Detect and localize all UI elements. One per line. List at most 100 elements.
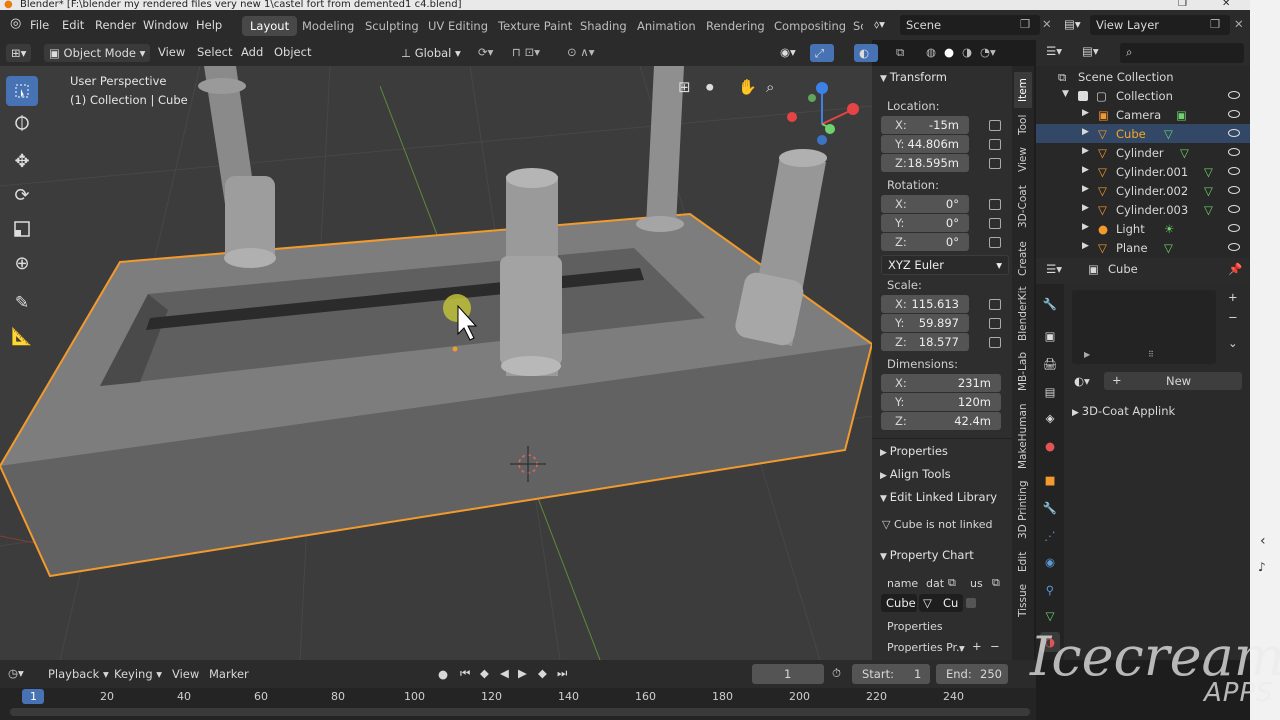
camera-view-icon[interactable]: ⏺ (706, 78, 714, 96)
tab-tool[interactable]: Tool (1014, 110, 1032, 140)
tab-compositing[interactable]: Compositing (766, 16, 854, 36)
lock-icon[interactable] (989, 120, 1001, 131)
scene-field[interactable]: Scene ❐ (900, 15, 1040, 35)
play-reverse-icon[interactable]: ◀ (500, 666, 509, 680)
outliner-row-cube[interactable]: ▶ ▽ Cube ▽ (1036, 124, 1250, 143)
lock-icon[interactable] (989, 299, 1001, 310)
xray-icon[interactable]: ⧉ (896, 45, 904, 60)
visibility-icon[interactable]: ◉▾ (780, 45, 796, 59)
jump-start-icon[interactable]: ⏮ (460, 666, 470, 681)
add-slot-icon[interactable]: + (1228, 290, 1238, 304)
close-window-icon[interactable]: ✕ (1222, 0, 1230, 9)
scale-y-field[interactable]: Y: 59.897 (881, 314, 969, 332)
menu-object[interactable]: Object (274, 45, 311, 59)
solid-shading-icon[interactable]: ● (944, 45, 954, 59)
scene-properties-icon[interactable]: ◈ (1040, 408, 1060, 428)
view-layer-field[interactable]: View Layer ❐ (1090, 15, 1230, 35)
new-material-button[interactable]: + New (1104, 372, 1242, 390)
overlay-toggle-icon[interactable]: ◐ (854, 44, 878, 62)
object-properties-icon[interactable]: ■ (1040, 470, 1060, 490)
tab-sculpting[interactable]: Sculpting (357, 16, 427, 36)
tab-3d-printing[interactable]: 3D Printing (1014, 478, 1032, 542)
particles-properties-icon[interactable]: ⋰ (1040, 526, 1060, 546)
remove-icon[interactable]: − (990, 639, 1000, 653)
pin-icon[interactable]: 📌 (1228, 262, 1242, 276)
menu-render[interactable]: Render (95, 18, 136, 32)
timeline-editor-icon[interactable]: ◷▾ (8, 666, 24, 680)
remove-slot-icon[interactable]: − (1228, 310, 1238, 324)
tab-blenderkit[interactable]: BlenderKit (1014, 286, 1032, 342)
outliner-row-plane[interactable]: ▶ ▽ Plane ▽ (1036, 238, 1250, 256)
tab-item[interactable]: Item (1014, 72, 1032, 108)
tab-shading[interactable]: Shading (572, 16, 635, 36)
jump-end-icon[interactable]: ⏭ (557, 666, 567, 681)
eye-icon[interactable] (1228, 205, 1240, 213)
checkbox[interactable] (966, 598, 976, 608)
menu-add[interactable]: Add (241, 45, 263, 59)
outliner-row-scene-collection[interactable]: ⧉ Scene Collection (1036, 67, 1250, 86)
gizmo-toggle-icon[interactable]: ⤢ (810, 44, 834, 62)
start-frame-field[interactable]: Start: 1 (852, 664, 930, 684)
display-mode-icon[interactable]: ▤▾ (1082, 44, 1099, 58)
tab-3d-coat[interactable]: 3D-Coat (1014, 182, 1032, 232)
location-z-field[interactable]: Z: 18.595m (881, 154, 969, 172)
rotation-z-field[interactable]: Z: 0° (881, 233, 969, 251)
menu-marker[interactable]: Marker (209, 667, 249, 681)
eye-icon[interactable] (1228, 91, 1240, 99)
new-view-layer-icon[interactable]: ❐ (1210, 17, 1220, 31)
eye-icon[interactable] (1228, 129, 1240, 137)
location-y-field[interactable]: Y: 44.806m (881, 135, 969, 153)
rotation-y-field[interactable]: Y: 0° (881, 214, 969, 232)
lock-icon[interactable] (989, 158, 1001, 169)
menu-select[interactable]: Select (197, 45, 232, 59)
align-tools-header[interactable]: ▶ Align Tools (880, 467, 951, 481)
expand-chevron-icon[interactable]: ▶ (1084, 350, 1090, 359)
outliner-search-input[interactable]: ⌕ (1120, 43, 1244, 63)
property-chart-header[interactable]: ▼ Property Chart (880, 548, 974, 562)
tab-view[interactable]: View (1014, 144, 1032, 176)
prev-keyframe-icon[interactable]: ◆ (480, 666, 489, 680)
chart-row-data-field[interactable]: ▽ Cu (919, 594, 963, 612)
copy-icon[interactable]: ⧉ (992, 576, 1000, 590)
modifier-properties-icon[interactable]: 🔧 (1040, 498, 1060, 518)
rendered-shading-icon[interactable]: ◔▾ (980, 45, 996, 59)
outliner-row-cylinder[interactable]: ▶ ▽ Cylinder ▽ (1036, 143, 1250, 162)
eye-icon[interactable] (1228, 148, 1240, 156)
tab-edit[interactable]: Edit (1014, 548, 1032, 576)
pivot-icon[interactable]: ⟳▾ (478, 45, 493, 59)
properties-editor-icon[interactable]: ☰▾ (1046, 262, 1062, 276)
rotation-mode-dropdown[interactable]: XYZ Euler ▾ (881, 255, 1009, 275)
scale-z-field[interactable]: Z: 18.577 (881, 333, 969, 351)
select-box-tool-icon[interactable] (6, 76, 38, 106)
menu-file[interactable]: File (30, 18, 49, 32)
stopwatch-icon[interactable]: ⏱ (832, 666, 841, 681)
scale-x-field[interactable]: X: 115.613 (881, 295, 969, 313)
snap-icon[interactable]: ⊓ ⊡▾ (512, 45, 540, 59)
eye-icon[interactable] (1228, 224, 1240, 232)
pan-hand-icon[interactable]: ✋ (738, 78, 757, 96)
tab-modeling[interactable]: Modeling (294, 16, 362, 36)
play-icon[interactable]: ▶ (518, 666, 527, 680)
collapse-chevron-icon[interactable]: ‹ (1260, 533, 1266, 549)
menu-view-timeline[interactable]: View (172, 667, 199, 681)
dimensions-x-field[interactable]: X: 231m (881, 374, 1001, 392)
outliner-row-cylinder-001[interactable]: ▶ ▽ Cylinder.001 ▽ (1036, 162, 1250, 181)
menu-help[interactable]: Help (196, 18, 222, 32)
outliner-row-cylinder-002[interactable]: ▶ ▽ Cylinder.002 ▽ (1036, 181, 1250, 200)
scene-icon[interactable]: ⬨▾ (874, 17, 885, 32)
rotation-x-field[interactable]: X: 0° (881, 195, 969, 213)
mode-dropdown[interactable]: ▣ Object Mode ▾ (44, 44, 150, 62)
data-properties-icon[interactable]: ▽ (1040, 606, 1060, 626)
chart-row-name-field[interactable]: Cube (881, 594, 917, 612)
wireframe-shading-icon[interactable]: ◍ (926, 45, 936, 59)
tab-layout[interactable]: Layout (242, 16, 298, 36)
chart-properties-dropdown[interactable]: Properties Pr.. ▾ (881, 639, 967, 657)
menu-playback[interactable]: Playback ▾ (48, 667, 109, 681)
material-shading-icon[interactable]: ◑ (962, 45, 972, 59)
new-scene-icon[interactable]: ❐ (1020, 17, 1030, 31)
tool-settings-icon[interactable]: 🔧 (1040, 294, 1060, 314)
3d-viewport[interactable]: User Perspective (1) Collection | Cube ⊞… (0, 66, 872, 660)
transform-tool-icon[interactable]: ⊕ (6, 248, 38, 278)
menu-window[interactable]: Window (143, 18, 188, 32)
transform-header[interactable]: ▼ Transform (880, 70, 947, 84)
